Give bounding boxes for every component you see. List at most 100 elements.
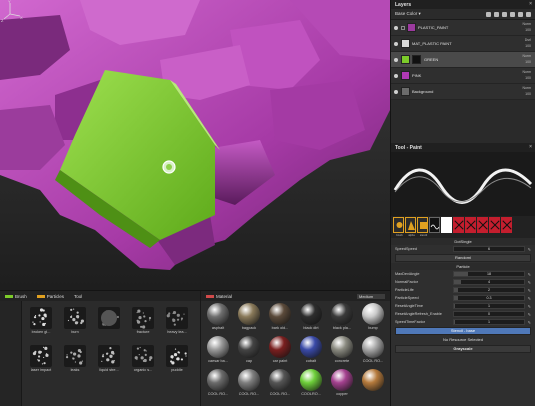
param-slider-fill [454,272,468,276]
brush-item[interactable]: broken gl... [26,307,56,334]
layer-row[interactable]: Background Norm 100 [391,84,535,100]
tool-panel-title: Tool - Paint × [391,143,535,152]
material-search-input[interactable]: Medium [356,293,386,300]
empty-slot-2[interactable] [465,217,476,233]
material-item[interactable]: COOLRO... [296,369,326,396]
alpha-slot[interactable]: alpha [405,217,416,237]
layer-folder-icon[interactable] [401,25,405,30]
empty-slot-5[interactable] [501,217,512,233]
material-item[interactable]: asphalt [203,303,233,330]
material-item[interactable]: COOL RO... [265,369,295,396]
pen-pressure-icon[interactable]: ✎ [525,312,531,317]
material-item[interactable]: black dirt [296,303,326,330]
visibility-eye-icon[interactable] [394,25,398,30]
brush-thumbnail [132,345,154,367]
material-item[interactable]: black pla... [327,303,357,330]
brush-item[interactable]: organic s... [128,345,158,372]
brush-slot[interactable]: brush [393,217,404,237]
material-label: COOL RO... [207,392,229,396]
brush-item[interactable]: leaks [60,345,90,372]
brush-item[interactable]: burn [60,307,90,334]
param-slider[interactable]: 2 [453,287,525,293]
new-fill-layer-icon[interactable] [494,11,499,17]
visibility-eye-icon[interactable] [394,41,398,46]
brush-thumbnail [64,345,86,367]
material-item[interactable]: car paint [265,336,295,363]
brush-item[interactable]: heavy lea... [162,307,192,334]
brush-item[interactable]: liquid stre... [94,345,124,372]
add-effect-icon[interactable] [510,11,515,17]
randomize-button[interactable]: Randomi [395,254,531,262]
material-item[interactable]: bark old... [265,303,295,330]
pen-pressure-icon[interactable]: ✎ [525,304,531,309]
layer-row[interactable]: PLASTIC_PAINT Norm 100 [391,20,535,36]
pen-pressure-icon[interactable]: ✎ [525,247,531,252]
param-slider[interactable]: 4 [453,279,525,285]
brush-item[interactable]: fracture [128,307,158,334]
brush-item[interactable] [94,307,124,330]
visibility-eye-icon[interactable] [394,73,398,78]
particle-slot[interactable] [429,217,440,233]
panel-close-icon[interactable]: × [529,1,532,7]
pen-pressure-icon[interactable]: ✎ [525,272,531,277]
visibility-eye-icon[interactable] [394,57,398,62]
visibility-eye-icon[interactable] [394,89,398,94]
pen-pressure-icon[interactable]: ✎ [525,296,531,301]
empty-slot-4[interactable] [489,217,500,233]
layer-blend-opacity[interactable]: Dsrl 100 [517,38,535,49]
material-item[interactable]: cobalt [296,336,326,363]
channel-dropdown-label: Base Color [395,11,418,16]
stencil-slot[interactable]: stencil [417,217,428,237]
empty-slot-3[interactable] [477,217,488,233]
layer-blend-opacity[interactable]: Norm 100 [517,86,535,97]
tab-particles[interactable]: Particles [32,291,69,301]
brush-thumbnail [98,345,120,367]
param-slider[interactable]: 18 [453,271,525,277]
stencil-button[interactable]: Stencil - base [395,327,531,335]
folder-icon[interactable] [518,11,523,17]
material-item[interactable]: copper [327,369,357,396]
brush-stamp-icon [65,348,83,365]
new-layer-icon[interactable] [486,11,491,17]
channel-dropdown[interactable]: Base Color ▾ [395,11,421,17]
brush-thumbnail [64,307,86,329]
add-mask-icon[interactable] [502,11,507,17]
layer-blend-opacity[interactable]: Norm 100 [517,54,535,65]
material-item[interactable]: COOL RO... [234,369,264,396]
layer-blend-opacity[interactable]: Norm 100 [517,70,535,81]
delete-layer-icon[interactable] [526,11,531,17]
layer-row[interactable]: GREEN Norm 100 [391,52,535,68]
param-slider[interactable]: 1 [453,319,525,325]
pen-pressure-icon[interactable]: ✎ [525,320,531,325]
material-sphere [331,336,353,358]
tab-brush[interactable]: Brush [0,291,32,301]
layer-row[interactable]: PINK Norm 100 [391,68,535,84]
tab-tool[interactable]: Tool [69,291,87,301]
material-item[interactable]: cap [234,336,264,363]
param-slider[interactable]: 1 [453,303,525,309]
material-item[interactable]: COOL RO... [203,369,233,396]
brush-item[interactable]: laser impact [26,345,56,372]
material-item[interactable]: COOL RO... [358,336,388,363]
brush-item[interactable]: puddle [162,345,192,372]
param-slider[interactable]: 0 [453,311,525,317]
layer-opacity: 100 [525,27,531,32]
layer-row[interactable]: MAT_PLASTIC PAINT Dsrl 100 [391,36,535,52]
grayscale-button[interactable]: Grayscale [395,345,531,353]
param-field[interactable]: 6 [453,246,525,252]
tab-material[interactable]: Material [201,291,237,301]
pen-pressure-icon[interactable]: ✎ [525,280,531,285]
material-item[interactable] [358,369,388,392]
empty-slot-1[interactable] [453,217,464,233]
material-item[interactable]: bagpack [234,303,264,330]
3d-viewport[interactable]: Y X Z [0,0,390,290]
material-sphere [238,336,260,358]
param-slider[interactable]: 0.3 [453,295,525,301]
layer-blend-opacity[interactable]: Norm 100 [517,22,535,33]
tool-close-icon[interactable]: × [529,144,532,150]
material-item[interactable]: bump [358,303,388,330]
material-item[interactable]: caesar ba... [203,336,233,363]
pen-pressure-icon[interactable]: ✎ [525,288,531,293]
color-slot[interactable] [441,217,452,233]
material-item[interactable]: concrete [327,336,357,363]
